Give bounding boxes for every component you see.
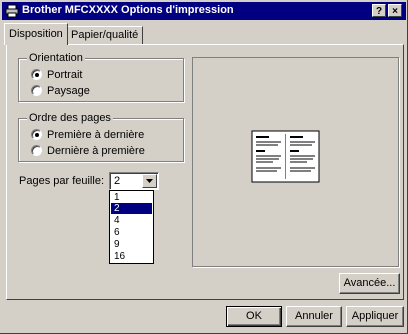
apply-button[interactable]: Appliquer — [346, 306, 404, 327]
dropdown-option[interactable]: 6 — [111, 227, 152, 238]
radio-label: Dernière à première — [47, 145, 145, 157]
pages-per-sheet-value: 2 — [114, 175, 121, 187]
cancel-button[interactable]: Annuler — [286, 306, 342, 327]
radio-button-icon — [31, 69, 42, 80]
radio-button-icon — [31, 129, 42, 140]
advanced-button[interactable]: Avancée... — [339, 273, 400, 294]
tab-papier-qualite[interactable]: Papier/qualité — [66, 26, 144, 44]
dropdown-option[interactable]: 16 — [111, 251, 152, 262]
close-button[interactable]: × — [388, 4, 402, 17]
radio-button-icon — [31, 145, 42, 156]
orientation-group: Orientation Portrait Paysage — [18, 52, 184, 102]
printer-icon — [5, 4, 19, 18]
radio-button-icon — [31, 85, 42, 96]
radio-label: Portrait — [47, 69, 83, 81]
title-bar: Brother MFCXXXX Options d'impression ? × — [2, 2, 406, 20]
help-button[interactable]: ? — [372, 4, 386, 17]
tab-label: Disposition — [9, 28, 63, 40]
two-pages-per-sheet-preview-icon — [251, 130, 320, 183]
dropdown-option-selected[interactable]: 2 — [111, 203, 152, 214]
pages-per-sheet-dropdown-list: 1 2 4 6 9 16 — [109, 190, 154, 264]
tab-label: Papier/qualité — [71, 29, 139, 41]
ok-button[interactable]: OK — [226, 306, 282, 327]
radio-label: Paysage — [47, 85, 90, 97]
dropdown-option[interactable]: 1 — [111, 192, 152, 203]
page-order-legend: Ordre des pages — [27, 112, 113, 124]
pages-per-sheet-select[interactable]: 2 — [109, 172, 159, 190]
dropdown-button[interactable] — [142, 174, 157, 188]
dropdown-option[interactable]: 9 — [111, 239, 152, 250]
layout-preview — [192, 57, 399, 267]
page-order-group: Ordre des pages Première à dernière Dern… — [18, 112, 184, 162]
pages-per-sheet-label: Pages par feuille: — [19, 175, 104, 187]
dropdown-option[interactable]: 4 — [111, 215, 152, 226]
orientation-legend: Orientation — [27, 52, 85, 64]
window-title: Brother MFCXXXX Options d'impression — [22, 4, 234, 16]
print-options-dialog: Brother MFCXXXX Options d'impression ? ×… — [0, 0, 408, 334]
chevron-down-icon — [146, 179, 153, 183]
radio-label: Première à dernière — [47, 129, 145, 141]
tab-disposition[interactable]: Disposition — [4, 23, 68, 45]
